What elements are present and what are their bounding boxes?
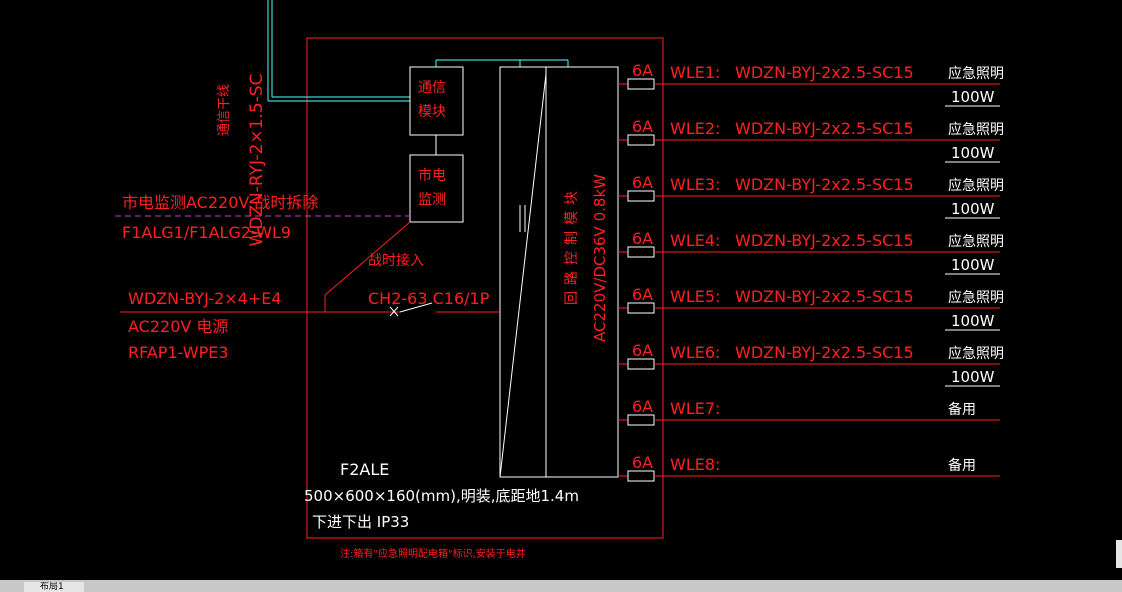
circuit-breaker-symbol bbox=[627, 414, 655, 426]
panel-spec: 500×600×160(mm),明装,底距地1.4m bbox=[304, 487, 579, 505]
circuit-breaker-symbol bbox=[627, 470, 655, 482]
circuit-id: WLE2: bbox=[670, 119, 720, 138]
circuit-power: 100W bbox=[951, 312, 995, 330]
circuit-id: WLE7: bbox=[670, 399, 720, 418]
circuit-breaker-symbol bbox=[627, 78, 655, 90]
circuit-cable: WDZN-BYJ-2x2.5-SC15 bbox=[735, 287, 914, 306]
circuit-cable: WDZN-BYJ-2x2.5-SC15 bbox=[735, 63, 914, 82]
breaker-label: CH2-63 C16/1P bbox=[368, 289, 490, 308]
mains-module-label-2: 监测 bbox=[418, 192, 446, 208]
circuit-breaker-rating: 6A bbox=[632, 285, 653, 304]
layout-tab-bar bbox=[0, 580, 1122, 592]
circuit-id: WLE1: bbox=[670, 63, 720, 82]
circuit-id: WLE3: bbox=[670, 175, 720, 194]
scroll-marker[interactable] bbox=[1116, 540, 1122, 568]
mains-monitor-label: 市电监测AC220V 战时拆除 bbox=[122, 193, 318, 212]
wartime-label: 战时接入 bbox=[368, 252, 424, 269]
circuit-use: 应急照明 bbox=[948, 289, 1004, 306]
circuit-id: WLE6: bbox=[670, 343, 720, 362]
circuit-power: 100W bbox=[951, 256, 995, 274]
diagram-canvas: WDZN-RYJ-2×1.5-SC 通信干线 市电监测AC220V 战时拆除 F… bbox=[115, 0, 1004, 560]
circuit-id: WLE4: bbox=[670, 231, 720, 250]
comm-trunk-label: 通信干线 bbox=[217, 84, 232, 136]
outgoing-circuits: 6A WLE1: WDZN-BYJ-2x2.5-SC15 应急照明 100W 6A WLE2… bbox=[618, 61, 1004, 482]
circuit-breaker-symbol bbox=[627, 358, 655, 370]
circuit-cable: WDZN-BYJ-2x2.5-SC15 bbox=[735, 119, 914, 138]
comm-module-box bbox=[409, 66, 464, 136]
circuit-use: 应急照明 bbox=[948, 345, 1004, 362]
circuit-breaker-rating: 6A bbox=[632, 61, 653, 80]
vertical-cable-label: WDZN-RYJ-2×1.5-SC bbox=[247, 74, 267, 247]
comm-module-label-1: 通信 bbox=[418, 80, 446, 96]
circuit-use: 备用 bbox=[948, 401, 976, 418]
circuit-use: 应急照明 bbox=[948, 177, 1004, 194]
circuit-breaker-rating: 6A bbox=[632, 397, 653, 416]
mains-module-label-1: 市电 bbox=[418, 167, 446, 184]
tab-layout1[interactable]: 布局1 bbox=[24, 582, 84, 592]
circuit-breaker-symbol bbox=[627, 246, 655, 258]
installation-note: 注:箱有"应急照明配电箱"标识,安装于电井 bbox=[340, 547, 526, 560]
circuit-power: 100W bbox=[951, 200, 995, 218]
supply-cable-label: WDZN-BYJ-2×4+E4 bbox=[128, 289, 282, 308]
circuit-breaker-rating: 6A bbox=[632, 453, 653, 472]
circuit-cable: WDZN-BYJ-2x2.5-SC15 bbox=[735, 231, 914, 250]
circuit-breaker-symbol bbox=[627, 190, 655, 202]
panel-entry: 下进下出 IP33 bbox=[312, 513, 409, 531]
mains-monitor-box bbox=[409, 154, 464, 223]
circuit-breaker-symbol bbox=[627, 302, 655, 314]
comm-module-label-2: 模块 bbox=[418, 104, 446, 120]
circuit-breaker-rating: 6A bbox=[632, 173, 653, 192]
supply-power-label: AC220V 电源 bbox=[128, 317, 228, 336]
circuit-use: 应急照明 bbox=[948, 121, 1004, 138]
circuit-use: 应急照明 bbox=[948, 65, 1004, 82]
circuit-breaker-rating: 6A bbox=[632, 117, 653, 136]
circuit-id: WLE5: bbox=[670, 287, 720, 306]
circuit-breaker-symbol bbox=[627, 134, 655, 146]
circuit-breaker-rating: 6A bbox=[632, 229, 653, 248]
panel-name: F2ALE bbox=[340, 460, 389, 479]
circuit-cable: WDZN-BYJ-2x2.5-SC15 bbox=[735, 175, 914, 194]
supply-ref-label: RFAP1-WPE3 bbox=[128, 343, 229, 362]
controller-voltage: AC220V/DC36V 0.8kW bbox=[591, 174, 609, 342]
circuit-id: WLE8: bbox=[670, 455, 720, 474]
controller-name: 回路控制模块 bbox=[564, 185, 580, 305]
circuit-use: 应急照明 bbox=[948, 233, 1004, 250]
circuit-power: 100W bbox=[951, 88, 995, 106]
circuit-breaker-rating: 6A bbox=[632, 341, 653, 360]
circuit-power: 100W bbox=[951, 368, 995, 386]
mains-monitor-ref: F1ALG1/F1ALG2-WL9 bbox=[122, 223, 291, 242]
circuit-use: 备用 bbox=[948, 457, 976, 474]
controller-diagonal bbox=[499, 73, 547, 478]
circuit-cable: WDZN-BYJ-2x2.5-SC15 bbox=[735, 343, 914, 362]
circuit-power: 100W bbox=[951, 144, 995, 162]
